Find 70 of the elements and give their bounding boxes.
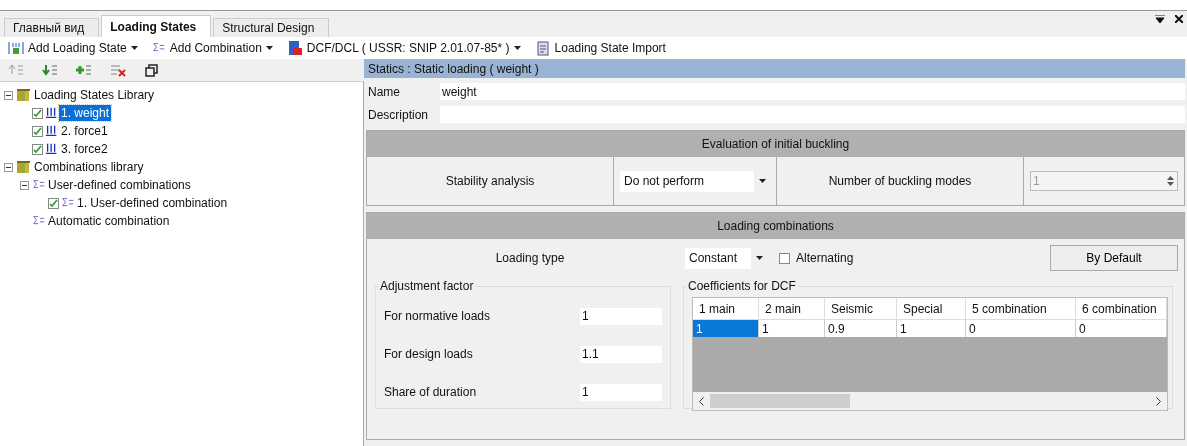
load-arrows-icon xyxy=(45,141,59,157)
chart-table-icon xyxy=(286,40,303,56)
field-label: For design loads xyxy=(384,347,473,361)
copy-icon xyxy=(144,62,160,78)
scroll-right-icon[interactable] xyxy=(1156,396,1161,406)
close-icon[interactable] xyxy=(1175,15,1183,23)
add-load-icon xyxy=(6,40,24,56)
toolbar-button[interactable]: Add Combination xyxy=(151,40,273,56)
delete-icon xyxy=(110,62,126,78)
loading-type-dropdown[interactable]: Constant xyxy=(685,247,767,269)
tree-item[interactable]: 1. User-defined combination xyxy=(75,195,230,211)
dropdown-icon[interactable] xyxy=(1155,15,1165,23)
tab[interactable]: Главный вид xyxy=(4,18,100,37)
books-icon xyxy=(16,159,32,175)
load-arrows-icon xyxy=(45,123,59,139)
field-label: Stability analysis xyxy=(445,174,535,188)
field-label: Description xyxy=(368,107,430,122)
caret-icon xyxy=(758,179,766,183)
collapse-toggle[interactable] xyxy=(4,90,13,100)
move-down-icon xyxy=(42,62,58,78)
table-cell[interactable]: 1 xyxy=(759,320,825,337)
books-icon xyxy=(16,87,32,103)
scroll-left-icon[interactable] xyxy=(699,396,704,406)
checkbox[interactable] xyxy=(32,143,43,155)
name-field[interactable]: weight xyxy=(440,83,1185,100)
field-label: Loading type xyxy=(494,251,566,265)
scrollbar-thumb[interactable] xyxy=(710,394,850,408)
panel-header: Statics : Static loading ( weight ) xyxy=(364,59,1185,78)
load-arrows-icon xyxy=(45,105,59,121)
tab[interactable]: Structural Design xyxy=(213,18,330,37)
import-icon xyxy=(534,40,551,56)
table-cell[interactable]: 0 xyxy=(1076,320,1167,337)
field-label: Share of duration xyxy=(384,385,477,399)
tree-item[interactable]: Loading States Library xyxy=(32,87,157,103)
checkbox[interactable] xyxy=(32,125,43,137)
field-label: Number of buckling modes xyxy=(828,174,972,188)
section-header: Evaluation of initial buckling xyxy=(367,131,1184,157)
collapse-toggle[interactable] xyxy=(4,162,13,172)
default-button[interactable]: By Default xyxy=(1050,245,1178,271)
checkbox[interactable] xyxy=(32,107,43,119)
factor-field[interactable]: 1.1 xyxy=(580,345,662,363)
collapse-toggle[interactable] xyxy=(20,180,29,190)
toolbar-button[interactable]: Add Loading State xyxy=(6,40,138,56)
group-title: Coefficients for DCF xyxy=(687,279,797,293)
tree-item[interactable]: 1. weight xyxy=(59,105,112,121)
tree-item[interactable]: Combinations library xyxy=(32,159,146,175)
field-label: Name xyxy=(368,84,401,99)
caret-icon xyxy=(755,256,763,260)
checkbox-label: Alternating xyxy=(796,251,854,265)
add-icon xyxy=(76,62,92,78)
field-label: For normative loads xyxy=(384,309,491,323)
table-cell[interactable]: 1 xyxy=(897,320,966,337)
group-title: Adjustment factor xyxy=(379,279,475,293)
factor-field[interactable]: 1 xyxy=(580,383,662,401)
table-cell[interactable]: 0.9 xyxy=(825,320,897,337)
table-cell[interactable]: 1 xyxy=(693,320,759,337)
table-cell[interactable]: 0 xyxy=(966,320,1076,337)
tab[interactable]: Loading States xyxy=(101,15,212,37)
stability-dropdown[interactable]: Do not perform xyxy=(620,170,770,192)
toolbar-button[interactable]: Loading State Import xyxy=(534,40,666,56)
tree-item[interactable]: Automatic combination xyxy=(46,213,172,229)
tree-item[interactable]: User-defined combinations xyxy=(46,177,193,193)
section-header: Loading combinations xyxy=(367,213,1184,239)
tree-item[interactable]: 3. force2 xyxy=(59,141,110,157)
factor-field[interactable]: 1 xyxy=(580,307,662,325)
move-up-icon xyxy=(8,62,24,78)
tree-item[interactable]: 2. force1 xyxy=(59,123,110,139)
checkbox[interactable] xyxy=(48,197,59,209)
toolbar-button[interactable]: DCF/DCL ( USSR: SNIP 2.01.07-85* ) xyxy=(286,40,521,56)
checkbox[interactable] xyxy=(779,252,790,264)
